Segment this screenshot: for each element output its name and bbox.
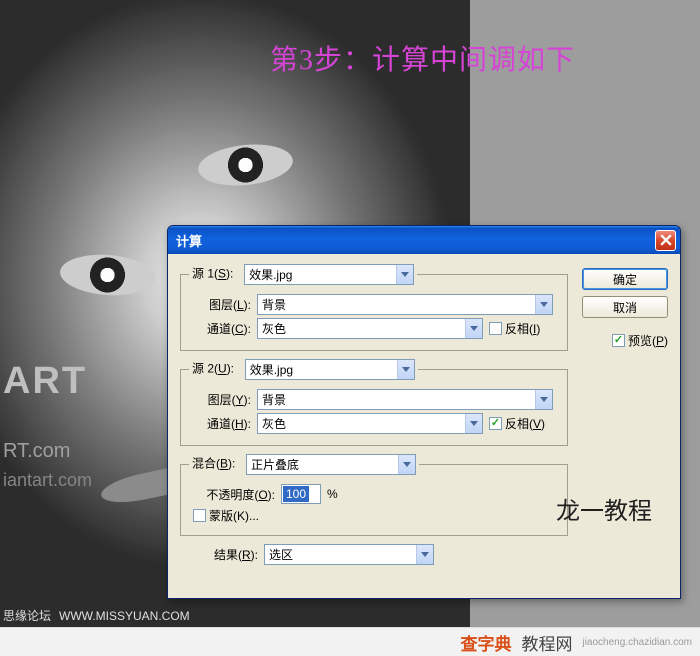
watermark-domain: RT.com bbox=[3, 440, 70, 463]
source2-invert-checkbox[interactable] bbox=[489, 417, 502, 430]
preview-label: 预览(P) bbox=[628, 332, 668, 349]
mask-label: 蒙版(K)... bbox=[209, 507, 259, 524]
dialog-title: 计算 bbox=[176, 231, 202, 250]
dialog-buttons: 确定 取消 bbox=[582, 268, 668, 318]
step-title: 第3步：计算中间调如下 bbox=[270, 38, 575, 78]
site-footer: 查字典 教程网 jiaocheng.chazidian.com bbox=[0, 627, 700, 656]
opacity-input[interactable]: 100 bbox=[281, 484, 321, 504]
chevron-down-icon bbox=[465, 414, 482, 433]
source2-layer-select[interactable]: 背景 bbox=[257, 389, 553, 410]
dialog-titlebar[interactable]: 计算 bbox=[168, 226, 680, 254]
calculations-dialog: 计算 源 1(S): 效果.jpg 图层(L): 背景 bbox=[167, 225, 681, 599]
chevron-down-icon bbox=[397, 360, 414, 379]
result-label: 结果(R): bbox=[180, 546, 258, 563]
source2-channel-label: 通道(H): bbox=[189, 415, 251, 432]
source1-legend: 源 1(S): 效果.jpg bbox=[189, 264, 417, 285]
blend-mode-select[interactable]: 正片叠底 bbox=[246, 454, 416, 475]
source2-group: 源 2(U): 效果.jpg 图层(Y): 背景 通道(H): bbox=[180, 359, 568, 446]
source2-channel-select[interactable]: 灰色 bbox=[257, 413, 483, 434]
close-icon bbox=[660, 234, 672, 246]
chevron-down-icon bbox=[535, 390, 552, 409]
source1-invert-checkbox[interactable] bbox=[489, 322, 502, 335]
chevron-down-icon bbox=[416, 545, 433, 564]
preview-checkbox-row: 预览(P) bbox=[612, 332, 668, 349]
watermark-forum: 思缘论坛WWW.MISSYUAN.COM bbox=[3, 607, 198, 624]
watermark-art: ART bbox=[3, 360, 87, 403]
source2-legend: 源 2(U): 效果.jpg bbox=[189, 359, 418, 380]
source2-invert-label: 反相(V) bbox=[505, 415, 545, 432]
source1-channel-label: 通道(C): bbox=[189, 320, 251, 337]
source1-layer-select[interactable]: 背景 bbox=[257, 294, 553, 315]
watermark-domain: iantart.com bbox=[3, 470, 92, 491]
source2-file-select[interactable]: 效果.jpg bbox=[245, 359, 415, 380]
source1-group: 源 1(S): 效果.jpg 图层(L): 背景 通道(C): bbox=[180, 264, 568, 351]
chevron-down-icon bbox=[535, 295, 552, 314]
source1-invert-label: 反相(I) bbox=[505, 320, 540, 337]
dialog-body: 源 1(S): 效果.jpg 图层(L): 背景 通道(C): bbox=[168, 254, 680, 598]
source2-layer-label: 图层(Y): bbox=[189, 391, 251, 408]
chevron-down-icon bbox=[398, 455, 415, 474]
result-row: 结果(R): 选区 bbox=[180, 544, 568, 565]
face-eye bbox=[59, 252, 157, 299]
face-eye bbox=[196, 140, 295, 190]
blend-legend: 混合(B): 正片叠底 bbox=[189, 454, 419, 475]
ok-button[interactable]: 确定 bbox=[582, 268, 668, 290]
tutorial-credit: 龙一教程 bbox=[556, 491, 652, 526]
chevron-down-icon bbox=[396, 265, 413, 284]
footer-url: jiaocheng.chazidian.com bbox=[582, 637, 692, 648]
preview-checkbox[interactable] bbox=[612, 334, 625, 347]
close-button[interactable] bbox=[655, 230, 676, 251]
blend-group: 混合(B): 正片叠底 不透明度(O): 100 % 蒙版( bbox=[180, 454, 568, 536]
mask-checkbox[interactable] bbox=[193, 509, 206, 522]
footer-brand: 查字典 bbox=[460, 630, 511, 655]
source1-file-select[interactable]: 效果.jpg bbox=[244, 264, 414, 285]
result-select[interactable]: 选区 bbox=[264, 544, 434, 565]
footer-section: 教程网 bbox=[521, 630, 572, 655]
cancel-button[interactable]: 取消 bbox=[582, 296, 668, 318]
chevron-down-icon bbox=[465, 319, 482, 338]
source1-channel-select[interactable]: 灰色 bbox=[257, 318, 483, 339]
opacity-label: 不透明度(O): bbox=[189, 486, 275, 503]
source1-layer-label: 图层(L): bbox=[189, 296, 251, 313]
opacity-unit: % bbox=[327, 487, 338, 501]
